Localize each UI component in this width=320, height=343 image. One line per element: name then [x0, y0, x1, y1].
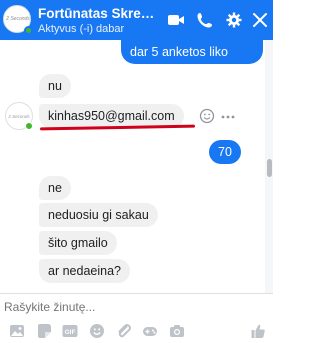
composer-toolbar: GIF [0, 322, 273, 342]
more-options-icon[interactable] [220, 110, 236, 122]
contact-name[interactable]: Fortūnatas Skre… [38, 6, 156, 22]
gif-icon[interactable]: GIF [62, 323, 78, 339]
incoming-message[interactable]: neduosiu gi sakau [39, 203, 158, 227]
contact-status: Aktyvus (-i) dabar [38, 23, 125, 35]
message-input[interactable] [4, 299, 204, 315]
close-icon[interactable] [251, 12, 269, 28]
emoji-icon[interactable] [89, 323, 105, 339]
settings-gear-icon[interactable] [225, 12, 243, 28]
chat-header: 2 Seconds Fortūnatas Skre… Aktyvus (-i) … [0, 0, 273, 40]
image-icon[interactable] [9, 323, 25, 339]
phone-icon[interactable] [196, 12, 214, 28]
scrollbar[interactable] [265, 40, 273, 293]
incoming-message[interactable]: ne [39, 176, 71, 200]
sticker-icon[interactable] [36, 323, 52, 339]
online-indicator [25, 122, 33, 130]
avatar-label: 2 Seconds [6, 16, 30, 22]
emoji-react-icon[interactable] [199, 108, 215, 124]
incoming-message[interactable]: šito gmailo [39, 231, 117, 255]
scrollbar-thumb[interactable] [267, 159, 272, 177]
outgoing-message[interactable]: dar 5 anketos liko [121, 40, 263, 64]
incoming-message[interactable]: ar nedaeina? [39, 259, 130, 283]
incoming-message[interactable]: nu [39, 74, 71, 98]
svg-text:GIF: GIF [65, 329, 76, 336]
divider [0, 293, 273, 294]
attach-icon[interactable] [116, 323, 132, 339]
thumbs-up-icon[interactable] [250, 323, 266, 339]
camera-icon[interactable] [169, 323, 185, 339]
avatar-label: 2 Seconds [8, 114, 30, 119]
online-indicator [24, 26, 33, 35]
video-call-icon[interactable] [167, 12, 185, 28]
game-controller-icon[interactable] [142, 323, 158, 339]
outgoing-message[interactable]: 70 [209, 140, 241, 164]
